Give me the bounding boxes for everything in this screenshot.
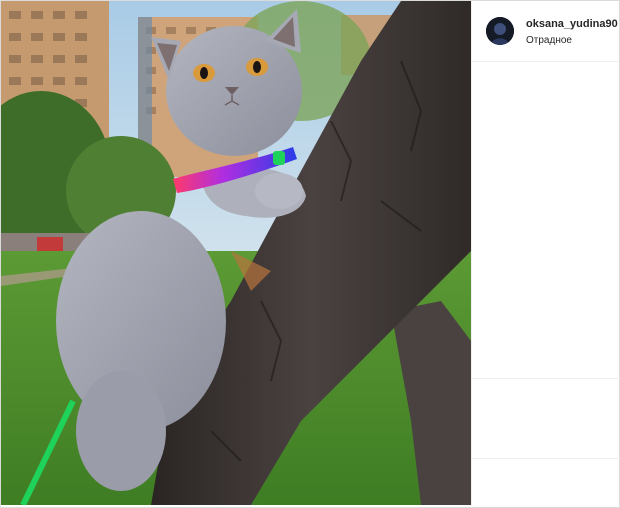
cat-in-tree-image (1, 1, 471, 505)
divider (472, 378, 620, 379)
avatar-image (486, 17, 514, 45)
post-photo[interactable] (1, 1, 471, 505)
location-link[interactable]: Отрадное (526, 35, 572, 46)
avatar[interactable] (486, 17, 514, 45)
post-header: oksana_yudina90 Отрадное (472, 1, 619, 62)
post-sidebar: oksana_yudina90 Отрадное (471, 1, 620, 506)
username-link[interactable]: oksana_yudina90 (526, 18, 618, 30)
divider (472, 458, 620, 459)
